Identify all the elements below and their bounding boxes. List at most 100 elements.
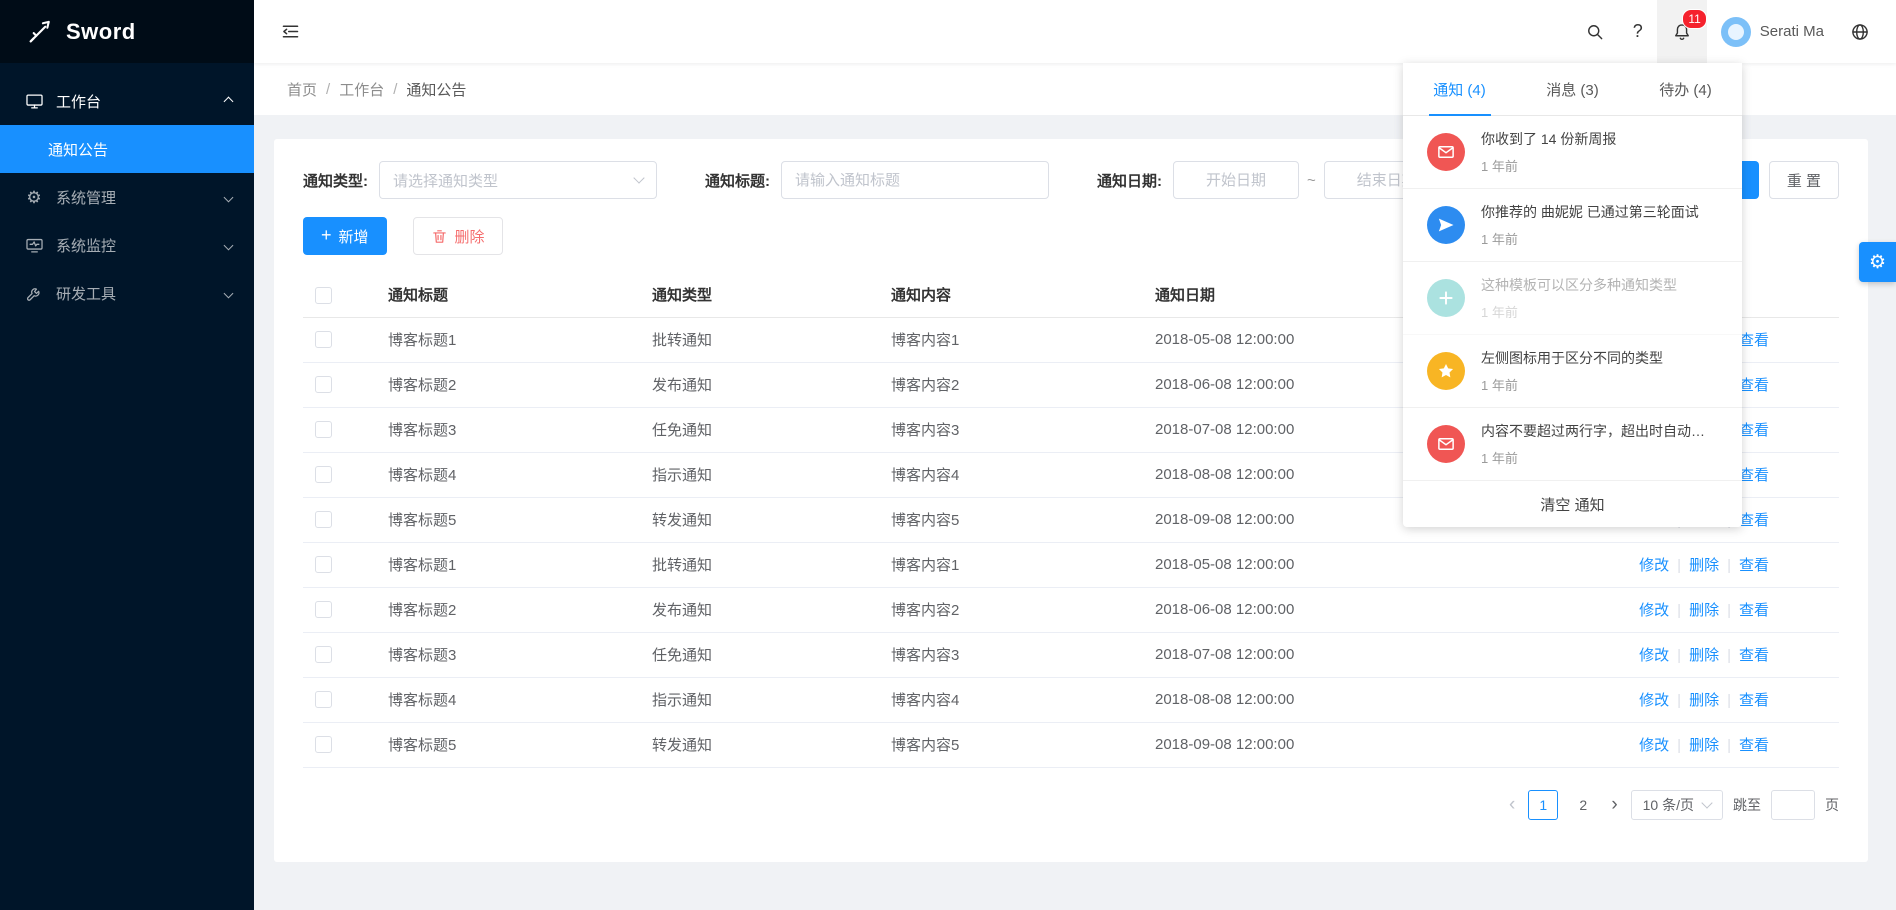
breadcrumb-workbench[interactable]: 工作台 <box>339 79 384 100</box>
notice-title-input[interactable] <box>781 161 1049 199</box>
modify-link[interactable]: 修改 <box>1639 557 1669 574</box>
jump-label: 跳至 <box>1733 795 1761 815</box>
row-checkbox[interactable] <box>315 331 332 348</box>
chevron-down-icon <box>633 172 644 183</box>
sidebar-item-notice[interactable]: 通知公告 <box>0 125 254 173</box>
sidebar-item-label: 工作台 <box>56 91 101 112</box>
notification-title: 左侧图标用于区分不同的类型 <box>1481 348 1663 368</box>
notification-time: 1 年前 <box>1481 156 1616 175</box>
sidebar-item-system-manage[interactable]: ⚙ 系统管理 <box>0 173 254 221</box>
notifications-button[interactable]: 11 <box>1657 0 1707 63</box>
delete-link[interactable]: 删除 <box>1669 692 1719 709</box>
sidebar-item-dev-tools[interactable]: 研发工具 <box>0 269 254 317</box>
cell-title: 博客标题5 <box>376 722 640 767</box>
clear-notifications-button[interactable]: 清空 通知 <box>1403 481 1742 527</box>
modify-link[interactable]: 修改 <box>1639 737 1669 754</box>
chevron-down-icon <box>224 288 234 298</box>
row-actions: 修改删除查看 <box>1639 602 1769 619</box>
row-checkbox[interactable] <box>315 691 332 708</box>
add-button[interactable]: + 新增 <box>303 217 387 255</box>
star-icon <box>1427 352 1465 390</box>
delete-link[interactable]: 删除 <box>1669 647 1719 664</box>
sidebar-item-system-monitor[interactable]: 系统监控 <box>0 221 254 269</box>
monitor-icon <box>24 235 44 255</box>
cell-title: 博客标题4 <box>376 452 640 497</box>
column-header-date: 通知日期 <box>1143 273 1382 317</box>
notification-time: 1 年前 <box>1481 302 1677 321</box>
avatar <box>1721 17 1751 47</box>
modify-link[interactable]: 修改 <box>1639 647 1669 664</box>
modify-link[interactable]: 修改 <box>1639 692 1669 709</box>
row-checkbox[interactable] <box>315 466 332 483</box>
row-actions: 修改删除查看 <box>1639 647 1769 664</box>
gear-icon: ⚙ <box>24 187 44 207</box>
view-link[interactable]: 查看 <box>1719 737 1769 754</box>
desktop-icon <box>24 91 44 111</box>
help-button[interactable]: ? <box>1619 0 1657 63</box>
delete-button[interactable]: 删除 <box>413 217 503 255</box>
sidebar-collapse-button[interactable] <box>254 0 327 63</box>
settings-button[interactable]: ⚙ <box>1859 242 1896 282</box>
notification-item[interactable]: 内容不要超过两行字，超出时自动截断 1 年前 <box>1403 408 1742 481</box>
row-checkbox[interactable] <box>315 376 332 393</box>
tab-notifications[interactable]: 通知 (4) <box>1403 63 1516 115</box>
cell-title: 博客标题1 <box>376 317 640 362</box>
app-logo[interactable]: Sword <box>0 0 254 63</box>
cell-type: 指示通知 <box>640 677 879 722</box>
view-link[interactable]: 查看 <box>1719 692 1769 709</box>
language-button[interactable] <box>1838 0 1896 63</box>
sidebar-item-label: 系统监控 <box>56 235 116 256</box>
mail-icon <box>1427 133 1465 171</box>
notice-title-label: 通知标题: <box>705 170 770 191</box>
delete-link[interactable]: 删除 <box>1669 602 1719 619</box>
send-icon <box>1427 206 1465 244</box>
row-checkbox[interactable] <box>315 736 332 753</box>
select-all-checkbox[interactable] <box>315 287 332 304</box>
cell-type: 任免通知 <box>640 632 879 677</box>
row-checkbox[interactable] <box>315 601 332 618</box>
cell-date: 2018-08-08 12:00:00 <box>1143 677 1382 722</box>
app-title: Sword <box>66 19 136 45</box>
view-link[interactable]: 查看 <box>1719 602 1769 619</box>
reset-button[interactable]: 重 置 <box>1769 161 1839 199</box>
row-checkbox[interactable] <box>315 421 332 438</box>
modify-link[interactable]: 修改 <box>1639 602 1669 619</box>
view-link[interactable]: 查看 <box>1719 557 1769 574</box>
start-date-input[interactable] <box>1173 161 1299 199</box>
column-header-type: 通知类型 <box>640 273 879 317</box>
trash-icon <box>431 228 448 245</box>
table-row: 博客标题5 转发通知 博客内容5 2018-09-08 12:00:00 修改删… <box>303 722 1839 767</box>
delete-link[interactable]: 删除 <box>1669 737 1719 754</box>
sidebar-item-workbench[interactable]: 工作台 <box>0 77 254 125</box>
notification-item[interactable]: 这种模板可以区分多种通知类型 1 年前 <box>1403 262 1742 335</box>
page-size-select[interactable]: 10 条/页 <box>1631 790 1723 820</box>
chevron-down-icon <box>1701 797 1712 808</box>
notice-type-select[interactable]: 请选择通知类型 <box>379 161 657 199</box>
page-number-1[interactable]: 1 <box>1528 790 1558 820</box>
notification-item[interactable]: 你收到了 14 份新周报 1 年前 <box>1403 116 1742 189</box>
jump-page-input[interactable] <box>1771 790 1815 820</box>
notification-title: 这种模板可以区分多种通知类型 <box>1481 275 1677 295</box>
notification-item[interactable]: 左侧图标用于区分不同的类型 1 年前 <box>1403 335 1742 408</box>
row-actions: 修改删除查看 <box>1639 557 1769 574</box>
user-menu[interactable]: Serati Ma <box>1707 0 1838 63</box>
cell-type: 批转通知 <box>640 542 879 587</box>
tab-messages[interactable]: 消息 (3) <box>1516 63 1629 115</box>
notification-item[interactable]: 你推荐的 曲妮妮 已通过第三轮面试 1 年前 <box>1403 189 1742 262</box>
page-number-2[interactable]: 2 <box>1568 790 1598 820</box>
search-button[interactable] <box>1571 0 1619 63</box>
cell-date: 2018-07-08 12:00:00 <box>1143 407 1382 452</box>
tab-todos[interactable]: 待办 (4) <box>1629 63 1742 115</box>
notification-tabs: 通知 (4) 消息 (3) 待办 (4) <box>1403 63 1742 116</box>
date-range-separator: ~ <box>1307 172 1316 189</box>
prev-page-icon[interactable]: ‹ <box>1506 794 1518 816</box>
mail-icon <box>1427 425 1465 463</box>
breadcrumb-home[interactable]: 首页 <box>287 79 317 100</box>
row-checkbox[interactable] <box>315 646 332 663</box>
row-checkbox[interactable] <box>315 556 332 573</box>
delete-link[interactable]: 删除 <box>1669 557 1719 574</box>
sidebar-menu: 工作台 通知公告 ⚙ 系统管理 系统监控 研发工具 <box>0 63 254 317</box>
next-page-icon[interactable]: › <box>1608 794 1620 816</box>
view-link[interactable]: 查看 <box>1719 647 1769 664</box>
row-checkbox[interactable] <box>315 511 332 528</box>
